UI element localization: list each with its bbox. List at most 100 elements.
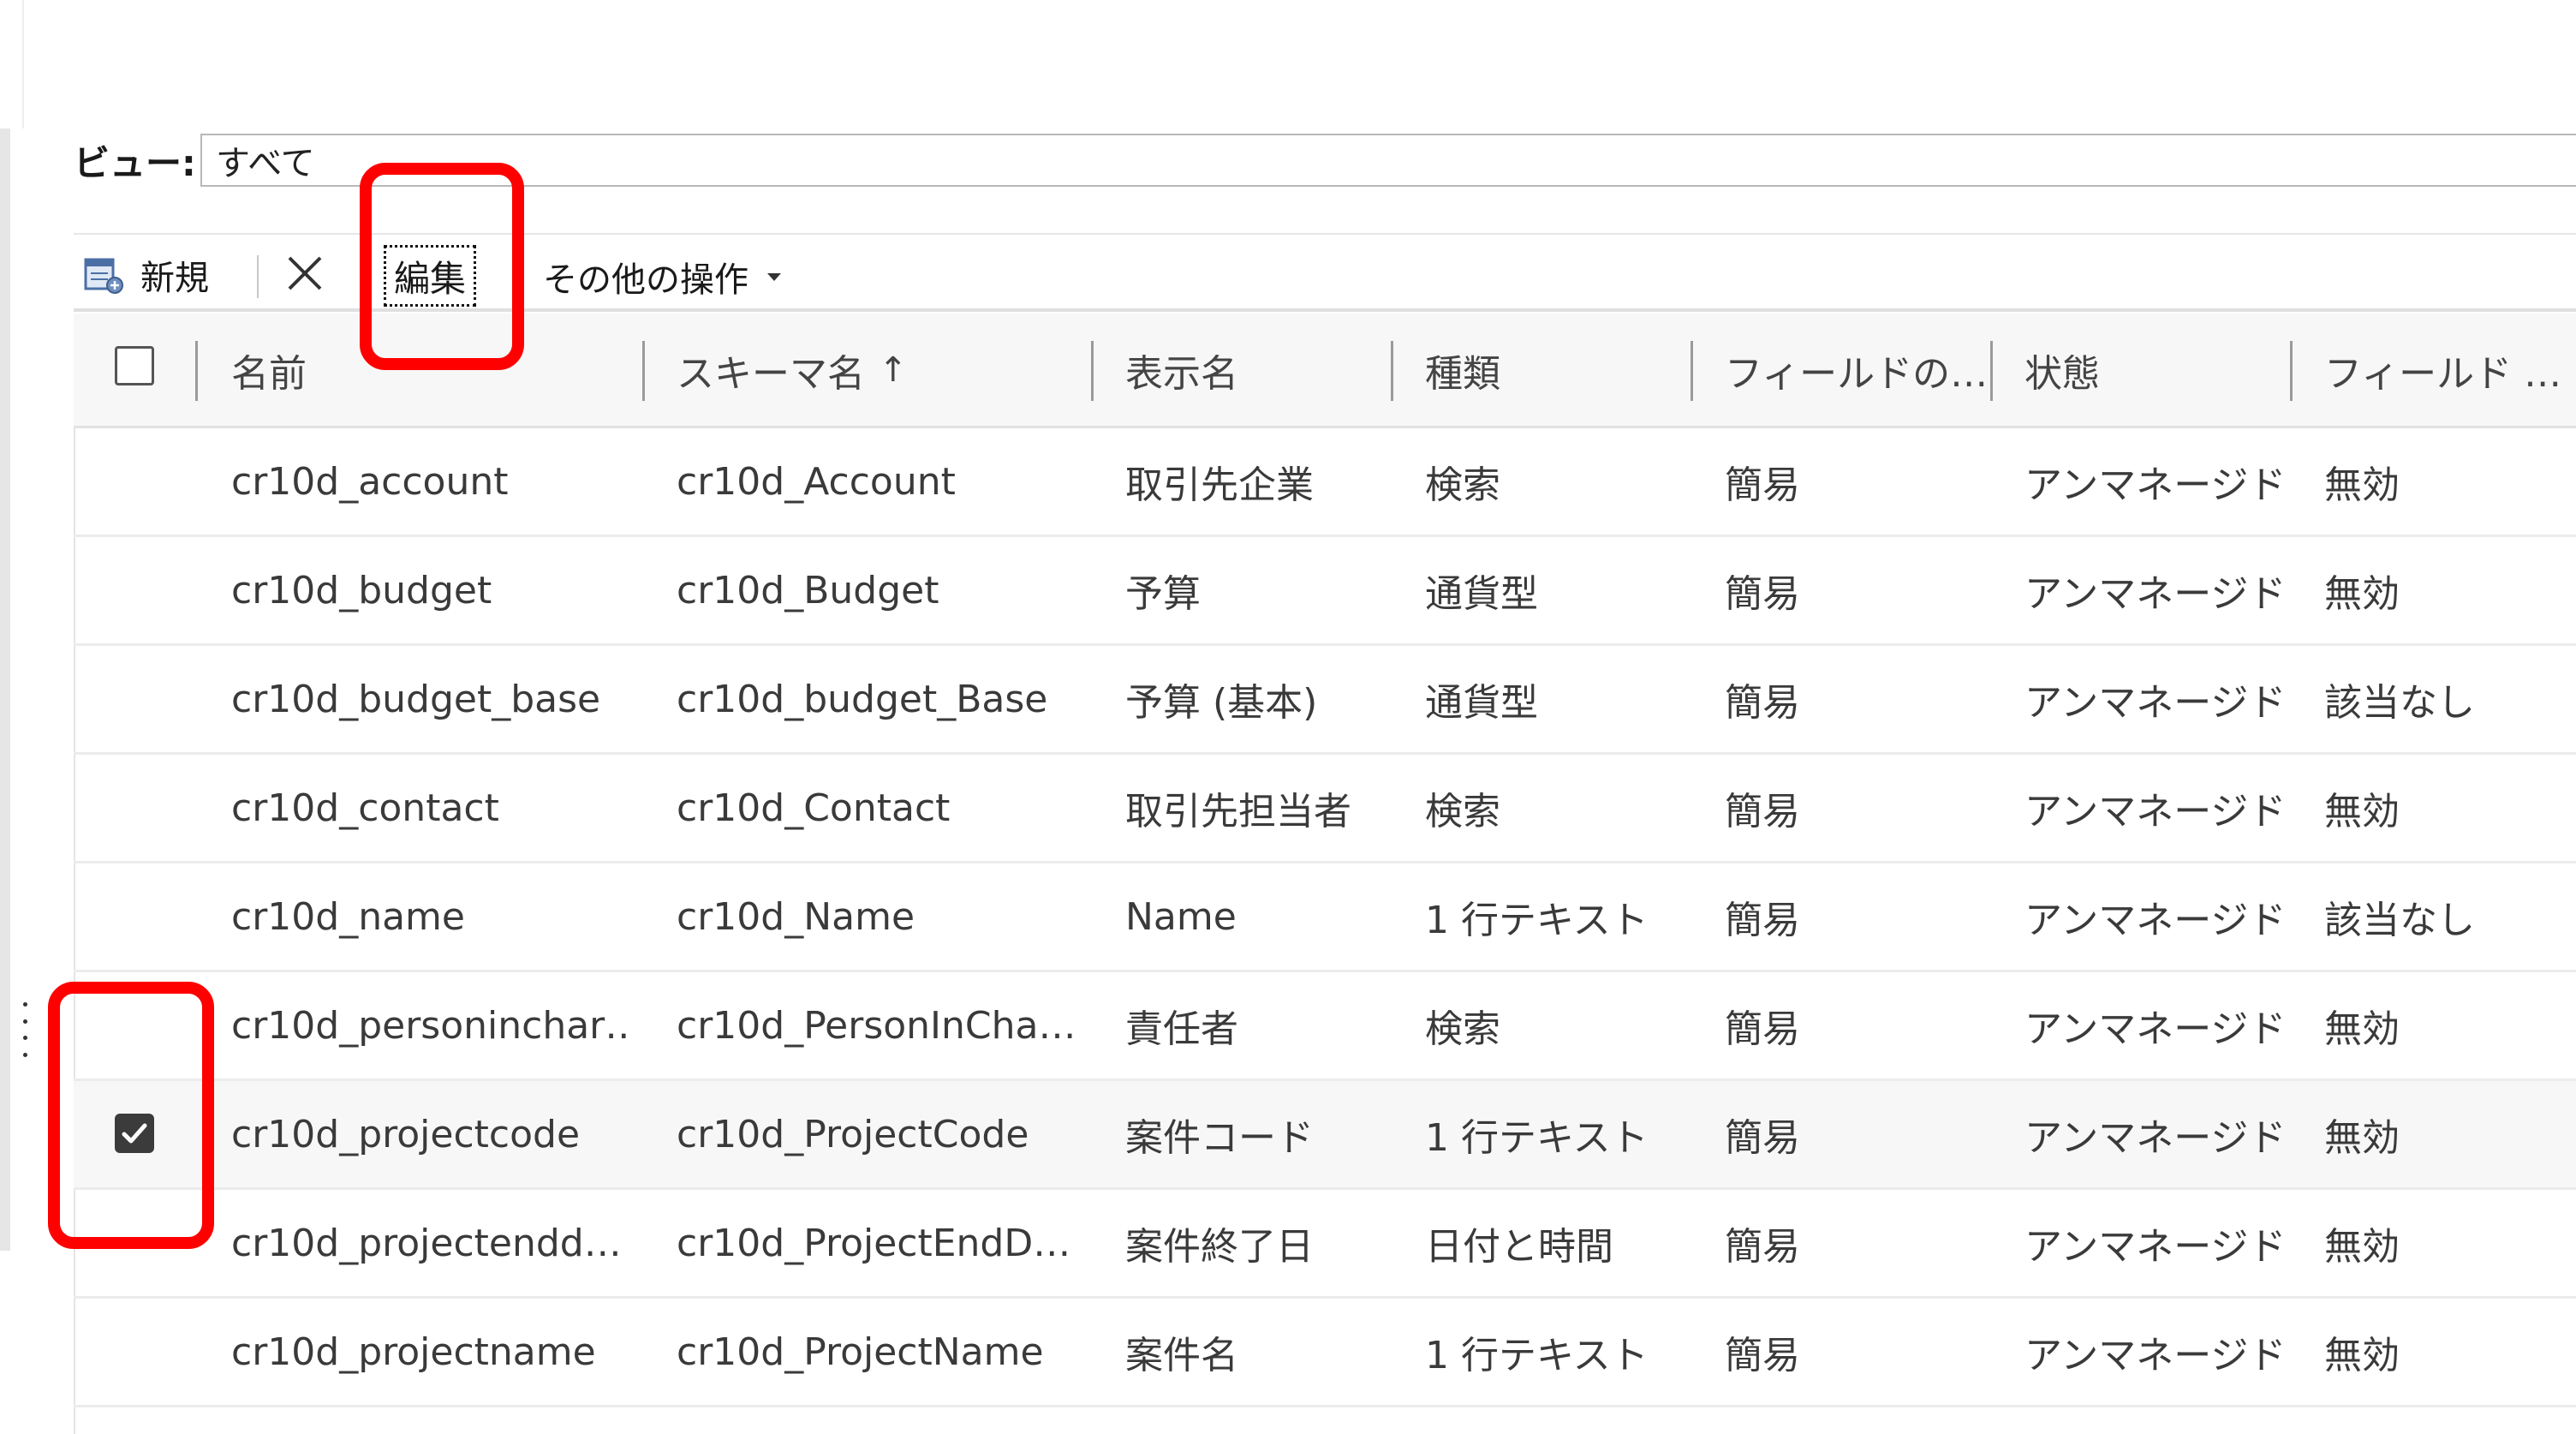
delete-button[interactable] xyxy=(279,250,331,300)
cell-field: 無効 xyxy=(2324,572,2400,616)
cell-schema: cr10d_PersonInCha… xyxy=(677,1003,1076,1048)
column-header-label: スキーマ名 xyxy=(677,351,865,396)
cell-requirement: 簡易 xyxy=(1725,1116,1800,1160)
cell-type: 通貨型 xyxy=(1425,681,1538,725)
cell-schema: cr10d_budget_Base xyxy=(677,677,1048,721)
cell-requirement: 簡易 xyxy=(1725,1225,1800,1269)
table-row[interactable]: cr10d_name cr10d_Name Name 1 行テキスト 簡易 アン… xyxy=(74,863,2576,972)
grid-header: 名前 スキーマ名 ↑ 表示名 種類 フィールドの… 状態 フィールド … xyxy=(74,314,2576,428)
cell-type: 検索 xyxy=(1425,1007,1500,1051)
cell-field: 無効 xyxy=(2324,463,2400,507)
select-all-checkbox[interactable] xyxy=(115,346,154,385)
cell-field: 無効 xyxy=(2324,790,2400,834)
chevron-down-icon xyxy=(767,272,781,281)
column-separator xyxy=(1391,341,1393,401)
view-selector-row: ビュー: xyxy=(74,130,196,190)
cell-field: 無効 xyxy=(2324,1116,2400,1160)
table-row[interactable]: cr10d_budget_base cr10d_budget_Base 予算 (… xyxy=(74,646,2576,755)
delete-x-icon xyxy=(284,253,325,297)
splitter-dot xyxy=(22,1002,27,1007)
app-window: ビュー: すべて 新規 編集 その他の操作 名前 スキーマ名 ↑ 表示名 種類 … xyxy=(0,0,2576,1434)
row-checkbox[interactable] xyxy=(115,1331,154,1371)
column-header-schema[interactable]: スキーマ名 ↑ xyxy=(677,314,908,426)
cell-state: アンマネージド xyxy=(2024,681,2281,725)
row-checkbox[interactable] xyxy=(115,896,154,935)
cell-requirement: 簡易 xyxy=(1725,899,1800,942)
column-header-field[interactable]: フィールド … xyxy=(2324,314,2561,426)
column-header-type[interactable]: 種類 xyxy=(1425,314,1500,426)
cell-schema: cr10d_Contact xyxy=(677,786,951,830)
view-label: ビュー: xyxy=(74,141,196,184)
row-checkbox[interactable] xyxy=(115,570,154,609)
row-checkbox-checked[interactable] xyxy=(115,1114,154,1153)
table-row[interactable]: cr10d_personinchar… cr10d_PersonInCha… 責… xyxy=(74,972,2576,1081)
column-separator xyxy=(195,341,198,401)
table-row[interactable]: cr10d_contact cr10d_Contact 取引先担当者 検索 簡易… xyxy=(74,755,2576,863)
left-scrollbar[interactable] xyxy=(0,128,10,1251)
cell-name: cr10d_account xyxy=(231,459,509,504)
cell-type: 通貨型 xyxy=(1425,572,1538,616)
table-row[interactable]: cr10d_budget cr10d_Budget 予算 通貨型 簡易 アンマネ… xyxy=(74,537,2576,646)
cell-type: 検索 xyxy=(1425,790,1500,834)
column-separator xyxy=(2290,341,2293,401)
cell-name: cr10d_contact xyxy=(231,786,499,830)
cell-name: cr10d_budget_base xyxy=(231,677,601,721)
column-header-state[interactable]: 状態 xyxy=(2024,314,2100,426)
cell-schema: cr10d_ProjectName xyxy=(677,1329,1044,1374)
row-checkbox[interactable] xyxy=(115,787,154,827)
more-actions-button[interactable]: その他の操作 xyxy=(543,254,781,300)
cell-requirement: 簡易 xyxy=(1725,790,1800,834)
cell-name: cr10d_name xyxy=(231,894,465,939)
table-row[interactable]: cr10d_projectname cr10d_ProjectName 案件名 … xyxy=(74,1299,2576,1407)
table-row[interactable]: cr10d_account cr10d_Account 取引先企業 検索 簡易 … xyxy=(74,428,2576,537)
cell-requirement: 簡易 xyxy=(1725,463,1800,507)
cell-type: 1 行テキスト xyxy=(1425,899,1649,942)
column-separator xyxy=(1690,341,1693,401)
fields-grid: cr10d_account cr10d_Account 取引先企業 検索 簡易 … xyxy=(74,428,2576,1407)
column-header-label: フィールド … xyxy=(2324,351,2562,396)
cell-schema: cr10d_Account xyxy=(677,459,956,504)
cell-field: 無効 xyxy=(2324,1225,2400,1269)
view-select[interactable]: すべて xyxy=(200,134,2576,187)
column-separator xyxy=(642,341,645,401)
edit-button[interactable]: 編集 xyxy=(384,245,476,307)
cell-schema: cr10d_ProjectEndD… xyxy=(677,1221,1071,1265)
cell-state: アンマネージド xyxy=(2024,1334,2281,1377)
splitter-dot xyxy=(22,1052,27,1057)
column-header-display[interactable]: 表示名 xyxy=(1125,314,1238,426)
table-row[interactable]: cr10d_projectendd… cr10d_ProjectEndD… 案件… xyxy=(74,1190,2576,1299)
cell-type: 1 行テキスト xyxy=(1425,1116,1649,1160)
cell-name: cr10d_projectcode xyxy=(231,1112,581,1156)
column-separator xyxy=(1990,341,1993,401)
cell-display: 案件名 xyxy=(1125,1334,1238,1377)
cell-display: 予算 xyxy=(1125,572,1201,616)
new-button-label: 新規 xyxy=(140,259,209,298)
command-bar: 新規 編集 その他の操作 xyxy=(74,233,2576,312)
new-record-icon xyxy=(82,254,125,296)
cell-state: アンマネージド xyxy=(2024,572,2281,616)
cell-requirement: 簡易 xyxy=(1725,1007,1800,1051)
cell-display: 案件終了日 xyxy=(1125,1225,1314,1269)
new-button[interactable]: 新規 xyxy=(82,252,209,298)
edit-button-label: 編集 xyxy=(393,257,466,300)
column-header-label: フィールドの… xyxy=(1725,351,1989,396)
splitter-dot xyxy=(22,1019,27,1024)
cell-type: 検索 xyxy=(1425,463,1500,507)
more-actions-label: その他の操作 xyxy=(543,260,748,300)
row-checkbox[interactable] xyxy=(115,1222,154,1262)
cell-field: 該当なし xyxy=(2324,681,2475,725)
row-checkbox[interactable] xyxy=(115,461,154,500)
splitter-handle[interactable] xyxy=(21,1002,29,1057)
row-checkbox[interactable] xyxy=(115,1005,154,1044)
cell-state: アンマネージド xyxy=(2024,463,2281,507)
column-header-label: 状態 xyxy=(2024,351,2100,396)
column-header-label: 名前 xyxy=(231,351,307,396)
row-checkbox[interactable] xyxy=(115,678,154,718)
table-row-selected[interactable]: cr10d_projectcode cr10d_ProjectCode 案件コー… xyxy=(74,1081,2576,1190)
cell-display: 案件コード xyxy=(1125,1116,1314,1160)
view-selected-value: すべて xyxy=(216,144,315,183)
column-header-field-req[interactable]: フィールドの… xyxy=(1725,314,1988,426)
cell-display: 取引先企業 xyxy=(1125,463,1314,507)
cell-schema: cr10d_Name xyxy=(677,894,915,939)
column-header-name[interactable]: 名前 xyxy=(231,314,307,426)
